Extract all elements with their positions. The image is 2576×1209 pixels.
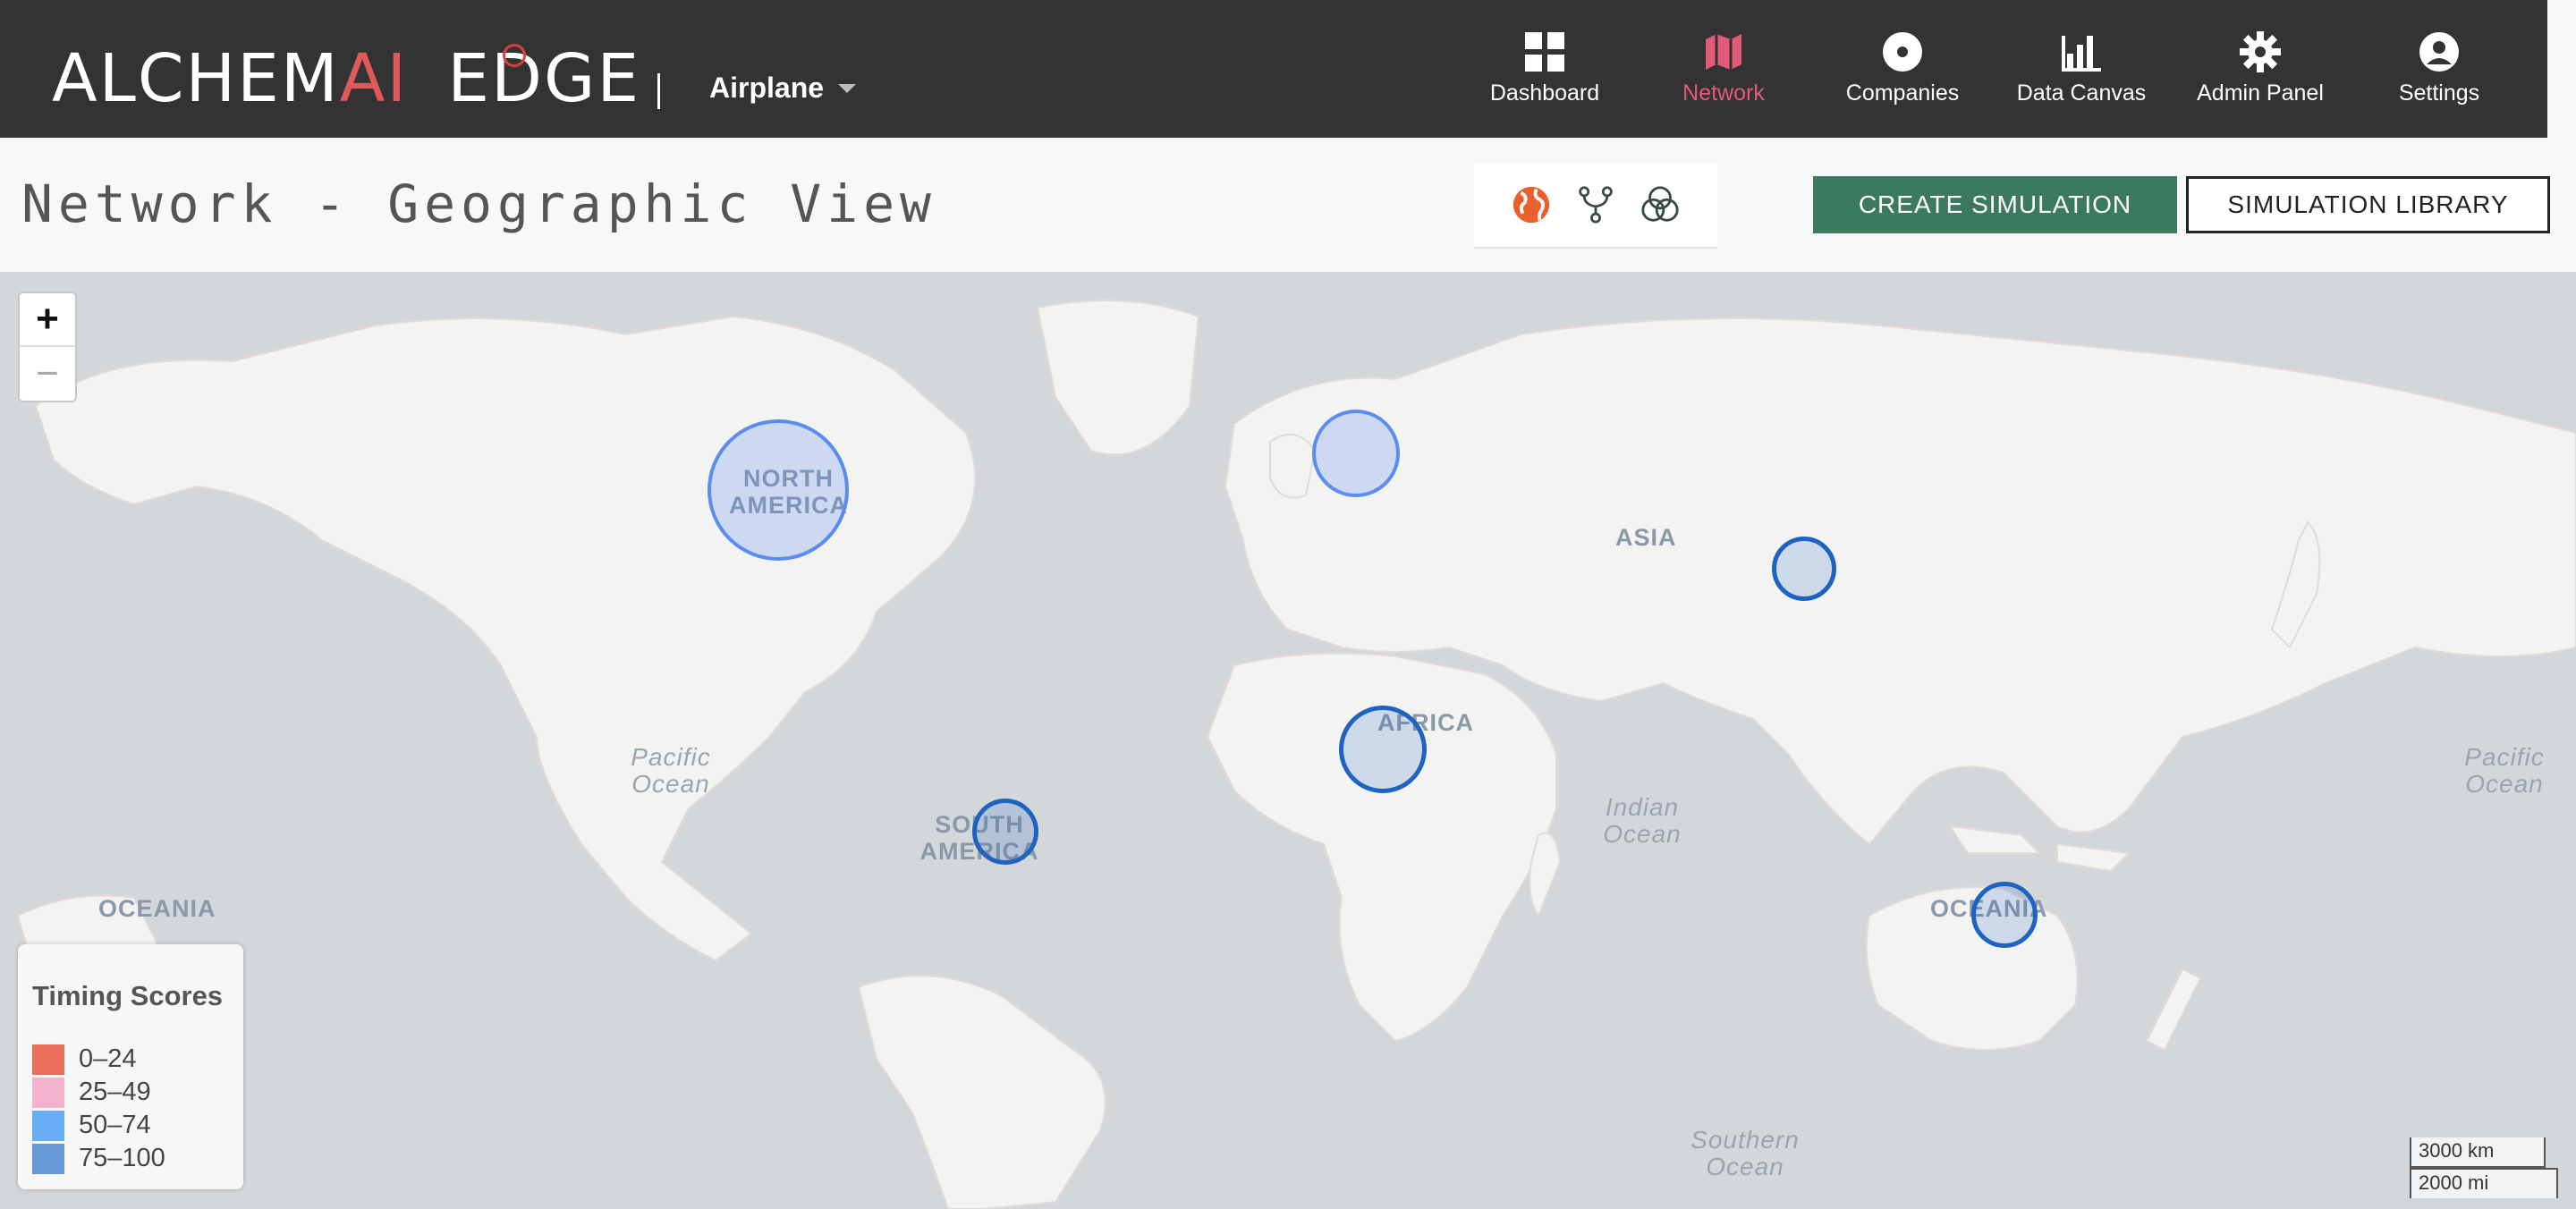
nav-divider bbox=[657, 73, 660, 109]
marker-south-america[interactable] bbox=[972, 799, 1038, 865]
marker-europe[interactable] bbox=[1312, 410, 1400, 497]
nav-settings[interactable]: Settings bbox=[2359, 30, 2520, 111]
page-title: Network - Geographic View bbox=[21, 173, 936, 234]
map-scale: 3000 km 2000 mi bbox=[2410, 1137, 2558, 1198]
nav-network-label: Network bbox=[1682, 80, 1765, 106]
label-asia: ASIA bbox=[1615, 524, 1677, 551]
legend-item: 25–49 bbox=[32, 1076, 229, 1109]
marker-asia[interactable] bbox=[1772, 537, 1836, 601]
legend-item-label: 75–100 bbox=[79, 1144, 165, 1172]
label-oceania-west: OCEANIA bbox=[98, 895, 216, 922]
nav-dashboard-label: Dashboard bbox=[1489, 80, 1600, 106]
world-basemap bbox=[0, 272, 2576, 1209]
grid-icon bbox=[1525, 32, 1564, 72]
label-indian-ocean: Indian Ocean bbox=[1603, 793, 1682, 848]
user-circle-icon bbox=[2419, 32, 2459, 72]
marker-north-america[interactable] bbox=[708, 419, 849, 561]
disc-icon bbox=[1883, 32, 1922, 72]
cluster-view-button[interactable] bbox=[1639, 183, 1682, 226]
label-pacific-ocean-east: Pacific Ocean bbox=[2464, 743, 2545, 798]
nav-companies[interactable]: Companies bbox=[1822, 30, 1983, 111]
project-selector[interactable]: Airplane bbox=[709, 72, 857, 105]
fork-icon bbox=[1579, 186, 1613, 224]
nav-admin-panel[interactable]: Admin Panel bbox=[2180, 30, 2341, 111]
legend-swatch bbox=[32, 1110, 64, 1141]
legend-item: 50–74 bbox=[32, 1109, 229, 1142]
legend-swatch bbox=[32, 1143, 64, 1174]
legend-item: 0–24 bbox=[32, 1043, 229, 1076]
map-icon bbox=[1706, 34, 1741, 70]
gear-icon bbox=[2240, 31, 2281, 72]
network-view-button[interactable] bbox=[1574, 183, 1617, 226]
page-header: Network - Geographic View CREATE SIMULAT… bbox=[0, 138, 2576, 272]
zoom-in-button[interactable]: + bbox=[20, 293, 75, 347]
marker-oceania[interactable] bbox=[1971, 882, 2038, 948]
logo-text-ai: AI bbox=[339, 40, 409, 117]
label-pacific-ocean-west: Pacific Ocean bbox=[631, 743, 711, 798]
logo-text-alchem: ALCHEM bbox=[52, 40, 340, 117]
view-switcher bbox=[1474, 163, 1717, 249]
globe-icon bbox=[1513, 186, 1550, 224]
legend-swatch bbox=[32, 1044, 64, 1075]
zoom-out-button[interactable]: − bbox=[20, 347, 75, 401]
nav-data-canvas-label: Data Canvas bbox=[2016, 80, 2147, 106]
marker-africa[interactable] bbox=[1339, 706, 1427, 793]
nav-network[interactable]: Network bbox=[1643, 30, 1804, 111]
scale-km: 3000 km bbox=[2410, 1137, 2546, 1168]
top-navigation-bar: ALCHEM AI EDGE Airplane Dashboard Network… bbox=[0, 0, 2547, 138]
nav-companies-label: Companies bbox=[1845, 80, 1960, 106]
legend-swatch bbox=[32, 1077, 64, 1108]
nav-data-canvas[interactable]: Data Canvas bbox=[2001, 30, 2162, 111]
venn-icon bbox=[1641, 186, 1679, 222]
zoom-control: + − bbox=[18, 292, 77, 402]
timing-scores-legend: Timing Scores 0–24 25–49 50–74 75–100 bbox=[18, 944, 243, 1189]
nav-settings-label: Settings bbox=[2398, 80, 2480, 106]
project-selector-label: Airplane bbox=[709, 72, 825, 104]
legend-title: Timing Scores bbox=[32, 980, 224, 1011]
legend-item-label: 50–74 bbox=[79, 1111, 151, 1139]
bar-chart-icon bbox=[2062, 36, 2101, 72]
legend-item-label: 25–49 bbox=[79, 1078, 151, 1106]
caret-down-icon bbox=[838, 83, 857, 93]
geographic-view-button[interactable] bbox=[1510, 183, 1553, 226]
scale-mi: 2000 mi bbox=[2410, 1168, 2558, 1198]
app-logo[interactable]: ALCHEM AI EDGE bbox=[52, 40, 640, 117]
create-simulation-button[interactable]: CREATE SIMULATION bbox=[1813, 176, 2177, 233]
nav-admin-panel-label: Admin Panel bbox=[2197, 80, 2324, 106]
legend-item-label: 0–24 bbox=[79, 1044, 137, 1073]
logo-text-edge: EDGE bbox=[447, 40, 641, 117]
label-southern-ocean: Southern Ocean bbox=[1690, 1126, 1800, 1180]
geographic-map[interactable]: NORTH AMERICA SOUTH AMERICA AFRICA ASIA OC… bbox=[0, 272, 2576, 1209]
nav-dashboard[interactable]: Dashboard bbox=[1464, 30, 1625, 111]
simulation-library-button[interactable]: SIMULATION LIBRARY bbox=[2186, 176, 2550, 233]
legend-item: 75–100 bbox=[32, 1142, 229, 1175]
